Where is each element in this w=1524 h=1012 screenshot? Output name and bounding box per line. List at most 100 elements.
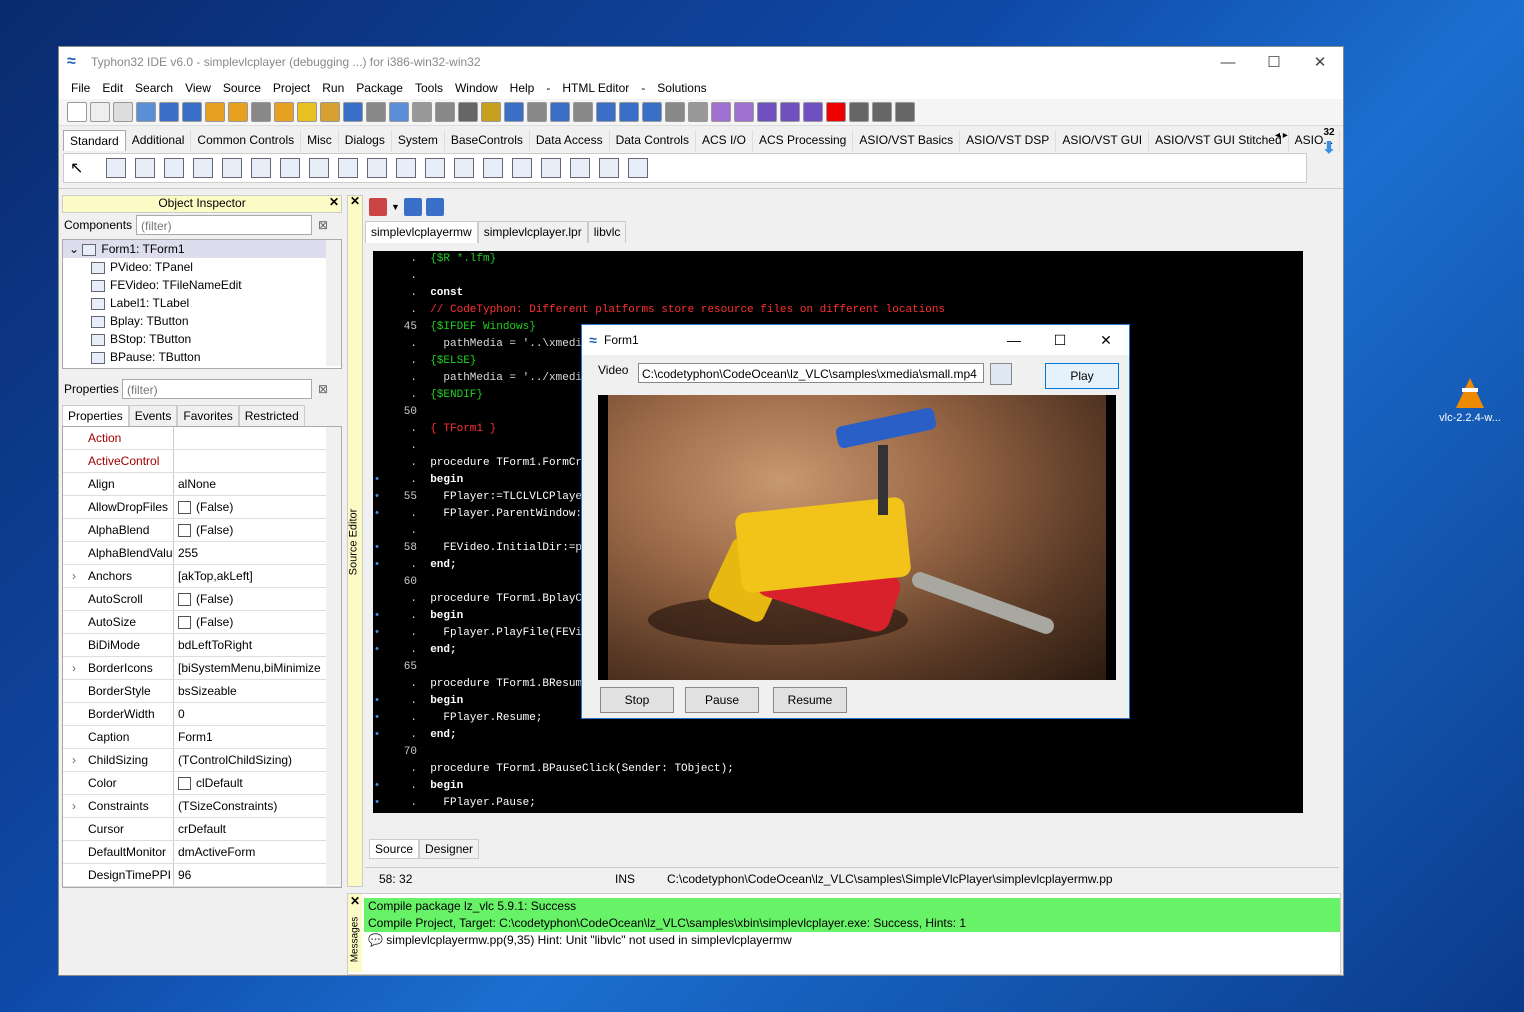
- breakpoint-dot[interactable]: •: [373, 642, 381, 659]
- toolbar-button-icon[interactable]: [389, 102, 409, 122]
- toolbar-button-icon[interactable]: [113, 102, 133, 122]
- palette-tab[interactable]: ASIO/VST GUI Stitched: [1149, 130, 1289, 151]
- menu-item[interactable]: Tools: [409, 81, 449, 95]
- property-value[interactable]: [174, 427, 323, 449]
- property-value[interactable]: (TControlChildSizing): [174, 749, 323, 771]
- toolbar-button-icon[interactable]: [826, 102, 846, 122]
- property-row[interactable]: DesignTimePPI 96: [63, 864, 341, 887]
- property-value[interactable]: (TSizeConstraints): [174, 795, 323, 817]
- breakpoint-dot[interactable]: •: [373, 506, 381, 523]
- toolbar-button-icon[interactable]: [642, 102, 662, 122]
- component-icon[interactable]: [367, 158, 388, 178]
- property-row[interactable]: › BorderIcons [biSystemMenu,biMinimize: [63, 657, 341, 680]
- breakpoint-dot[interactable]: •: [373, 489, 381, 506]
- property-row[interactable]: BorderWidth 0: [63, 703, 341, 726]
- component-icon[interactable]: [164, 158, 185, 178]
- toolbar-button-icon[interactable]: [619, 102, 639, 122]
- property-row[interactable]: AlphaBlendValu 255: [63, 542, 341, 565]
- property-value[interactable]: 255: [174, 542, 323, 564]
- expand-icon[interactable]: ⌄: [69, 242, 82, 256]
- property-row[interactable]: › ChildSizing (TControlChildSizing): [63, 749, 341, 772]
- checkbox[interactable]: [178, 501, 191, 515]
- tree-node[interactable]: Label1: TLabel: [63, 294, 341, 312]
- toolbar-button-icon[interactable]: [688, 102, 708, 122]
- inspector-tab[interactable]: Properties: [62, 405, 129, 426]
- component-icon[interactable]: [512, 158, 533, 178]
- menu-item[interactable]: Source: [217, 81, 267, 95]
- breakpoint-dot[interactable]: •: [373, 608, 381, 625]
- breakpoint-dot[interactable]: •: [373, 472, 381, 489]
- toolbar-button-icon[interactable]: [182, 102, 202, 122]
- toolbar-button-icon[interactable]: [711, 102, 731, 122]
- browse-file-icon[interactable]: [990, 363, 1012, 385]
- checkbox[interactable]: [178, 524, 191, 538]
- component-icon[interactable]: [396, 158, 417, 178]
- props-scrollbar[interactable]: [326, 427, 341, 885]
- video-path-input[interactable]: C:\codetyphon\CodeOcean\lz_VLC\samples\x…: [638, 363, 984, 383]
- breakpoint-dot[interactable]: [373, 387, 381, 404]
- editor-bottom-tab[interactable]: Designer: [419, 839, 480, 859]
- component-icon[interactable]: [193, 158, 214, 178]
- property-row[interactable]: ActiveControl: [63, 450, 341, 473]
- component-icon[interactable]: [135, 158, 156, 178]
- breakpoint-dot[interactable]: [373, 285, 381, 302]
- code-vertical-scrollbar[interactable]: [1305, 251, 1321, 813]
- breakpoint-dot[interactable]: [373, 761, 381, 778]
- breakpoint-dot[interactable]: [373, 319, 381, 336]
- message-line[interactable]: 💬 simplevlcplayermw.pp(9,35) Hint: Unit …: [364, 932, 1340, 949]
- editor-tab[interactable]: libvlc: [587, 221, 627, 243]
- properties-filter-input[interactable]: (filter): [122, 379, 312, 399]
- property-row[interactable]: Action: [63, 427, 341, 450]
- breakpoint-dot[interactable]: [373, 744, 381, 761]
- editor-tab[interactable]: simplevlcplayer.lpr: [477, 221, 588, 243]
- toolbar-button-icon[interactable]: [458, 102, 478, 122]
- message-line[interactable]: Compile package lz_vlc 5.9.1: Success: [364, 898, 1340, 915]
- component-icon[interactable]: [222, 158, 243, 178]
- toolbar-button-icon[interactable]: [849, 102, 869, 122]
- toolbar-button-icon[interactable]: [228, 102, 248, 122]
- tree-node[interactable]: Bplay: TButton: [63, 312, 341, 330]
- download-arrow-icon[interactable]: ⬇: [1317, 138, 1341, 158]
- breakpoint-dot[interactable]: [373, 251, 381, 268]
- palette-tab[interactable]: Standard: [63, 130, 126, 151]
- property-row[interactable]: › Constraints (TSizeConstraints): [63, 795, 341, 818]
- property-row[interactable]: AlphaBlend (False): [63, 519, 341, 542]
- property-value[interactable]: [akTop,akLeft]: [174, 565, 323, 587]
- tree-node[interactable]: FEVideo: TFileNameEdit: [63, 276, 341, 294]
- palette-tab[interactable]: BaseControls: [445, 130, 530, 151]
- property-value[interactable]: (False): [174, 887, 323, 888]
- component-icon[interactable]: [628, 158, 649, 178]
- property-row[interactable]: DockSite(False): [63, 887, 341, 888]
- forward-icon[interactable]: [425, 198, 444, 216]
- palette-tab[interactable]: Misc: [301, 130, 339, 151]
- breakpoint-dot[interactable]: [373, 268, 381, 285]
- breakpoint-dot[interactable]: •: [373, 778, 381, 795]
- property-value[interactable]: (False): [174, 588, 323, 610]
- breakpoint-dot[interactable]: [373, 336, 381, 353]
- stop-button[interactable]: Stop: [600, 687, 674, 713]
- toolbar-button-icon[interactable]: [481, 102, 501, 122]
- checkbox[interactable]: [178, 777, 191, 791]
- property-row[interactable]: AutoSize (False): [63, 611, 341, 634]
- palette-tab[interactable]: ASIO/VST Basics: [853, 130, 961, 151]
- chevron-down-icon[interactable]: ▼: [391, 202, 400, 212]
- toolbar-button-icon[interactable]: [780, 102, 800, 122]
- close-icon[interactable]: ✕: [329, 195, 339, 209]
- property-value[interactable]: clDefault: [174, 772, 323, 794]
- toolbar-button-icon[interactable]: [803, 102, 823, 122]
- resume-button[interactable]: Resume: [773, 687, 847, 713]
- menu-item[interactable]: Edit: [96, 81, 129, 95]
- toolbar-button-icon[interactable]: [504, 102, 524, 122]
- menu-item[interactable]: Package: [350, 81, 409, 95]
- component-icon[interactable]: [425, 158, 446, 178]
- breakpoint-dot[interactable]: [373, 370, 381, 387]
- menu-item[interactable]: Run: [316, 81, 350, 95]
- pointer-icon[interactable]: ↖: [70, 158, 83, 178]
- checkbox[interactable]: [178, 616, 191, 630]
- minimize-button[interactable]: —: [1205, 54, 1251, 71]
- breakpoint-dot[interactable]: •: [373, 693, 381, 710]
- component-icon[interactable]: [599, 158, 620, 178]
- toolbar-button-icon[interactable]: [343, 102, 363, 122]
- minimize-button[interactable]: —: [991, 332, 1037, 348]
- breakpoint-dot[interactable]: [373, 523, 381, 540]
